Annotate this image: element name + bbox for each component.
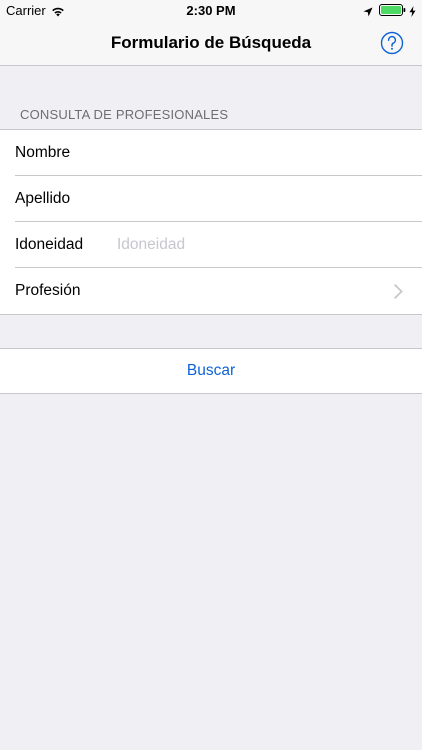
status-right: [363, 4, 416, 17]
status-time: 2:30 PM: [186, 3, 236, 18]
search-button[interactable]: Buscar: [0, 349, 422, 393]
nav-title: Formulario de Búsqueda: [110, 33, 312, 52]
apellido-row[interactable]: Apellido: [0, 176, 422, 222]
location-arrow-icon: [363, 5, 373, 17]
charging-bolt-icon: [409, 5, 416, 17]
apellido-label: Apellido: [15, 190, 71, 207]
search-form: Nombre Apellido Idoneidad Profesión: [0, 129, 422, 315]
nombre-row[interactable]: Nombre: [0, 130, 422, 176]
chevron-right-icon: [394, 284, 403, 299]
idoneidad-input[interactable]: [117, 232, 407, 258]
status-bar: Carrier 2:30 PM: [0, 0, 422, 22]
search-button-group: Buscar: [0, 348, 422, 394]
help-circle-icon[interactable]: [380, 31, 404, 55]
profesion-row[interactable]: Profesión: [0, 268, 422, 314]
profesion-label: Profesión: [15, 282, 81, 299]
nombre-label: Nombre: [15, 144, 71, 161]
apellido-input[interactable]: [117, 186, 407, 212]
nombre-input[interactable]: [117, 140, 407, 166]
navigation-bar: Formulario de Búsqueda: [0, 22, 422, 66]
idoneidad-row[interactable]: Idoneidad: [0, 222, 422, 268]
section-header: CONSULTA DE PROFESIONALES: [20, 107, 229, 122]
idoneidad-label: Idoneidad: [15, 236, 84, 253]
battery-icon: [379, 4, 406, 16]
